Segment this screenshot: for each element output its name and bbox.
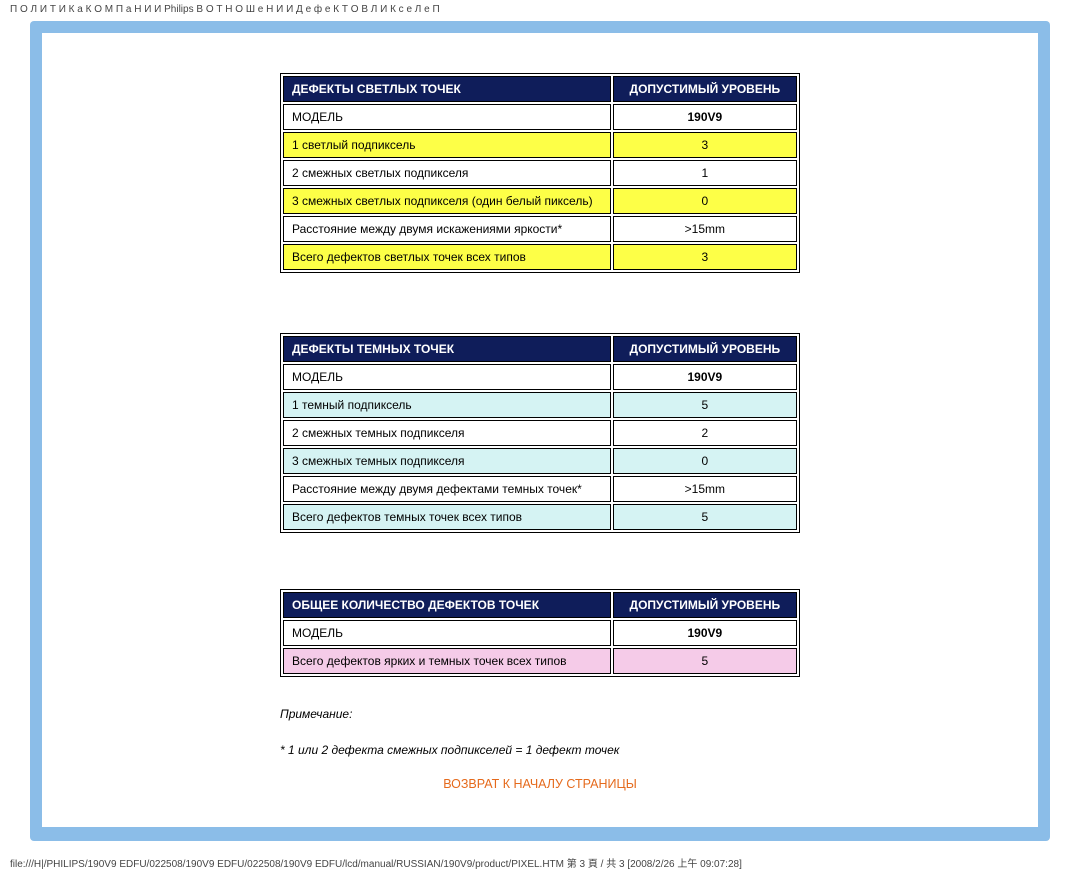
table-header-right: ДОПУСТИМЫЙ УРОВЕНЬ xyxy=(613,592,797,618)
row-label: 1 светлый подпиксель xyxy=(283,132,611,158)
row-label: Всего дефектов светлых точек всех типов xyxy=(283,244,611,270)
table-header-right: ДОПУСТИМЫЙ УРОВЕНЬ xyxy=(613,336,797,362)
row-label: Расстояние между двумя дефектами темных … xyxy=(283,476,611,502)
table-dark-defects: ДЕФЕКТЫ ТЕМНЫХ ТОЧЕК ДОПУСТИМЫЙ УРОВЕНЬ … xyxy=(280,333,800,533)
content-column: ДЕФЕКТЫ СВЕТЛЫХ ТОЧЕК ДОПУСТИМЫЙ УРОВЕНЬ… xyxy=(280,73,800,791)
note-text: * 1 или 2 дефекта смежных подпикселей = … xyxy=(280,741,800,759)
row-value: 5 xyxy=(613,392,797,418)
footnotes-block: Примечание: * 1 или 2 дефекта смежных по… xyxy=(280,705,800,759)
model-label: МОДЕЛЬ xyxy=(283,104,611,130)
table-header-left: ДЕФЕКТЫ ТЕМНЫХ ТОЧЕК xyxy=(283,336,611,362)
row-value: 2 xyxy=(613,420,797,446)
content-frame-inner: ДЕФЕКТЫ СВЕТЛЫХ ТОЧЕК ДОПУСТИМЫЙ УРОВЕНЬ… xyxy=(42,33,1038,827)
row-value: 0 xyxy=(613,188,797,214)
model-label: МОДЕЛЬ xyxy=(283,364,611,390)
content-frame-outer: ДЕФЕКТЫ СВЕТЛЫХ ТОЧЕК ДОПУСТИМЫЙ УРОВЕНЬ… xyxy=(30,21,1050,841)
model-value: 190V9 xyxy=(613,104,797,130)
row-value: 0 xyxy=(613,448,797,474)
row-value: 3 xyxy=(613,132,797,158)
row-label: Всего дефектов ярких и темных точек всех… xyxy=(283,648,611,674)
row-value: >15mm xyxy=(613,216,797,242)
row-label: 3 смежных светлых подпикселя (один белый… xyxy=(283,188,611,214)
model-value: 190V9 xyxy=(613,620,797,646)
row-value: 5 xyxy=(613,504,797,530)
spacer xyxy=(280,273,800,333)
table-total-defects: ОБЩЕЕ КОЛИЧЕСТВО ДЕФЕКТОВ ТОЧЕК ДОПУСТИМ… xyxy=(280,589,800,677)
return-to-top-link[interactable]: ВОЗВРАТ К НАЧАЛУ СТРАНИЦЫ xyxy=(280,777,800,791)
table-header-left: ДЕФЕКТЫ СВЕТЛЫХ ТОЧЕК xyxy=(283,76,611,102)
row-value: 5 xyxy=(613,648,797,674)
model-value: 190V9 xyxy=(613,364,797,390)
row-label: Всего дефектов темных точек всех типов xyxy=(283,504,611,530)
row-value: 1 xyxy=(613,160,797,186)
row-value: 3 xyxy=(613,244,797,270)
row-value: >15mm xyxy=(613,476,797,502)
model-label: МОДЕЛЬ xyxy=(283,620,611,646)
row-label: 1 темный подпиксель xyxy=(283,392,611,418)
row-label: 3 смежных темных подпикселя xyxy=(283,448,611,474)
table-header-left: ОБЩЕЕ КОЛИЧЕСТВО ДЕФЕКТОВ ТОЧЕК xyxy=(283,592,611,618)
spacer xyxy=(280,533,800,589)
table-header-right: ДОПУСТИМЫЙ УРОВЕНЬ xyxy=(613,76,797,102)
row-label: 2 смежных светлых подпикселя xyxy=(283,160,611,186)
row-label: Расстояние между двумя искажениями яркос… xyxy=(283,216,611,242)
table-bright-defects: ДЕФЕКТЫ СВЕТЛЫХ ТОЧЕК ДОПУСТИМЫЙ УРОВЕНЬ… xyxy=(280,73,800,273)
note-heading: Примечание: xyxy=(280,705,800,723)
page-header-text: П О Л И Т И К а К О М П а Н И И Philips … xyxy=(0,0,1080,19)
status-bar-text: file:///H|/PHILIPS/190V9 EDFU/022508/190… xyxy=(0,849,1080,872)
row-label: 2 смежных темных подпикселя xyxy=(283,420,611,446)
